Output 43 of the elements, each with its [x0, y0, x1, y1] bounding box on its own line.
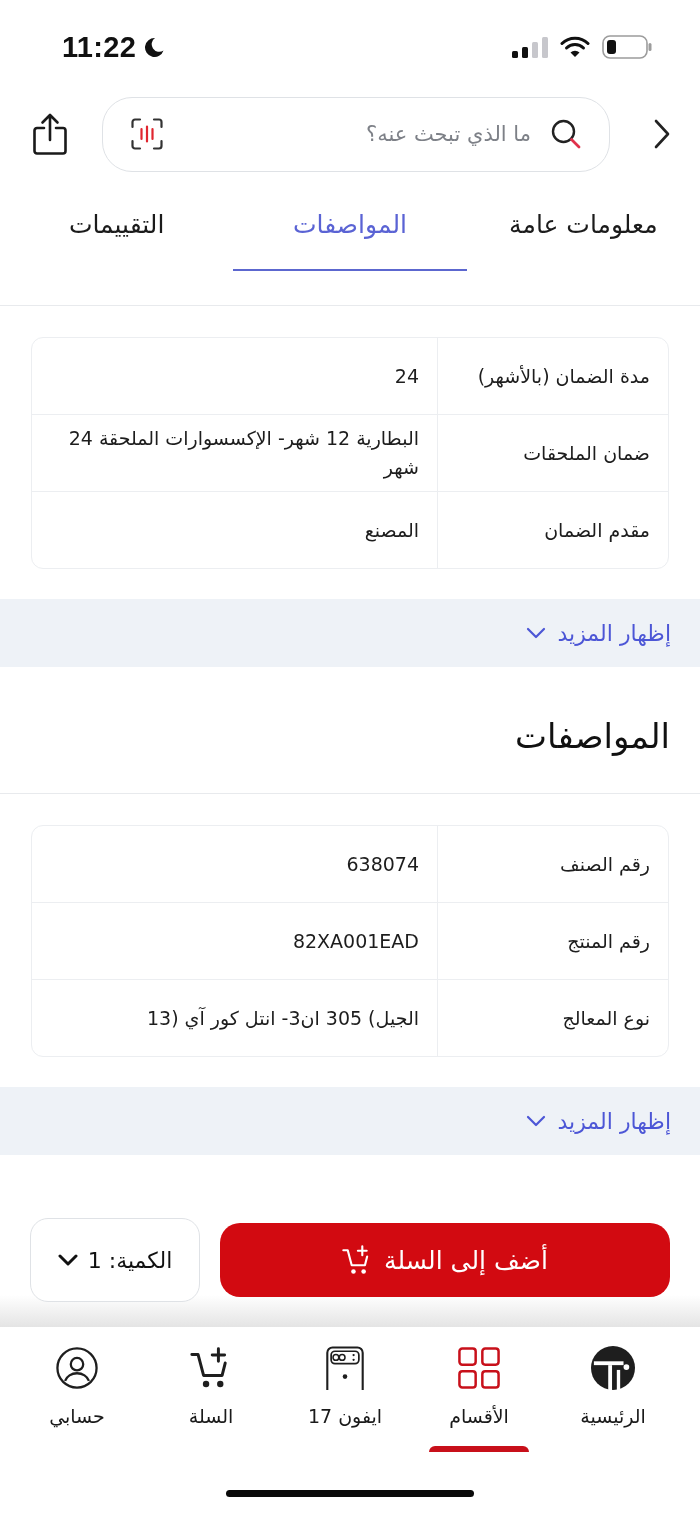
spec-value: 82XA001EAD: [291, 928, 420, 954]
moon-icon: [144, 37, 165, 57]
spec-value: 638074: [345, 851, 420, 877]
status-time: 11:22: [62, 30, 137, 64]
spec-label: رقم المنتج: [437, 903, 668, 979]
scan-icon[interactable]: [131, 118, 163, 150]
spec-label: نوع المعالج: [437, 980, 668, 1056]
grid-icon: [458, 1347, 500, 1389]
tab[interactable]: التقييمات: [0, 193, 234, 271]
section-title: المواصفات: [515, 716, 670, 756]
chevron-down-icon: [525, 1115, 546, 1127]
spec-label: مقدم الضمان: [437, 492, 668, 568]
nav-item[interactable]: حسابي: [10, 1327, 144, 1452]
back-icon[interactable]: [654, 119, 670, 149]
nav-item[interactable]: ايفون 17: [278, 1327, 412, 1452]
phone-icon: [325, 1346, 365, 1390]
tab[interactable]: معلومات عامة: [466, 193, 700, 271]
spec-value: المصنع: [363, 517, 420, 544]
tab[interactable]: المواصفات: [233, 193, 467, 271]
person-icon: [56, 1347, 98, 1389]
signal-icon: [512, 36, 548, 58]
spec-value: 24: [393, 363, 420, 389]
show-more-button[interactable]: إظهار المزيد: [525, 620, 671, 646]
search-icon: [551, 119, 581, 149]
share-icon[interactable]: [33, 113, 67, 155]
circle-logo-icon: [591, 1346, 635, 1390]
nav-item[interactable]: السلة: [144, 1327, 278, 1452]
chevron-down-icon: [57, 1254, 78, 1266]
spec-value: الجيل) 305 ان3- انتل كور آي (13: [145, 1005, 420, 1032]
chevron-down-icon: [525, 627, 546, 639]
quantity-select[interactable]: الكمية: 1: [30, 1218, 200, 1302]
search-bar[interactable]: ما الذي تبحث عنه؟: [102, 96, 610, 172]
search-input[interactable]: ما الذي تبحث عنه؟: [183, 122, 531, 146]
spec-label: مدة الضمان (بالأشهر): [437, 338, 668, 414]
battery-icon: [602, 35, 652, 59]
spec-value: البطارية 12 شهر- الإكسسوارات الملحقة 24 شهر: [67, 426, 420, 481]
spec-label: ضمان الملحقات: [437, 415, 668, 491]
nav-item[interactable]: الرئيسية: [546, 1327, 680, 1452]
spec-label: رقم الصنف: [437, 826, 668, 902]
nav-item[interactable]: الأقسام: [412, 1327, 546, 1452]
wifi-icon: [560, 36, 590, 58]
add-to-cart-button[interactable]: أضف إلى السلة: [220, 1223, 670, 1297]
show-more-button[interactable]: إظهار المزيد: [525, 1108, 671, 1134]
